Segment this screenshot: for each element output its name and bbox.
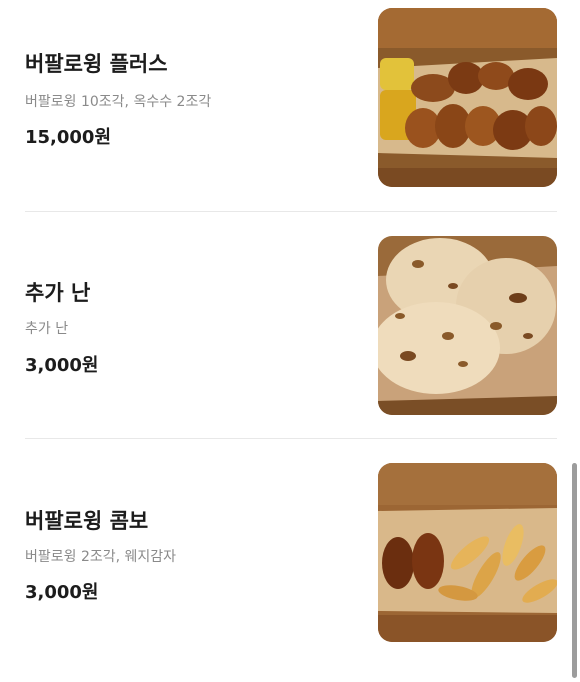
menu-item-buffalo-wing-plus[interactable]: 버팔로윙 플러스 버팔로윙 10조각, 옥수수 2조각 15,000원 [0, 0, 580, 228]
menu-item-extra-naan[interactable]: 추가 난 추가 난 3,000원 [0, 228, 580, 456]
menu-item-title: 버팔로윙 콤보 [25, 509, 149, 533]
menu-item-price: 15,000원 [25, 127, 112, 148]
menu-item-text: 버팔로윙 플러스 버팔로윙 10조각, 옥수수 2조각 15,000원 [25, 0, 355, 228]
menu-item-description: 추가 난 [25, 321, 69, 337]
menu-item-price: 3,000원 [25, 582, 99, 603]
divider [25, 438, 557, 439]
buffalo-wings-corn-image[interactable] [378, 8, 557, 187]
menu-item-price: 3,000원 [25, 355, 99, 376]
naan-bread-image[interactable] [378, 236, 557, 415]
menu-item-title: 추가 난 [25, 281, 91, 305]
scrollbar[interactable] [572, 463, 577, 678]
menu-item-description: 버팔로윙 10조각, 옥수수 2조각 [25, 94, 212, 110]
menu-item-text: 추가 난 추가 난 3,000원 [25, 228, 355, 456]
menu-item-buffalo-wing-combo[interactable]: 버팔로윙 콤보 버팔로윙 2조각, 웨지감자 3,000원 [0, 455, 580, 682]
menu-item-text: 버팔로윙 콤보 버팔로윙 2조각, 웨지감자 3,000원 [25, 455, 355, 682]
menu-list: 버팔로윙 플러스 버팔로윙 10조각, 옥수수 2조각 15,000원 추가 난… [0, 0, 580, 682]
menu-item-title: 버팔로윙 플러스 [25, 52, 168, 76]
divider [25, 211, 557, 212]
wings-wedges-image[interactable] [378, 463, 557, 642]
menu-item-description: 버팔로윙 2조각, 웨지감자 [25, 549, 177, 565]
